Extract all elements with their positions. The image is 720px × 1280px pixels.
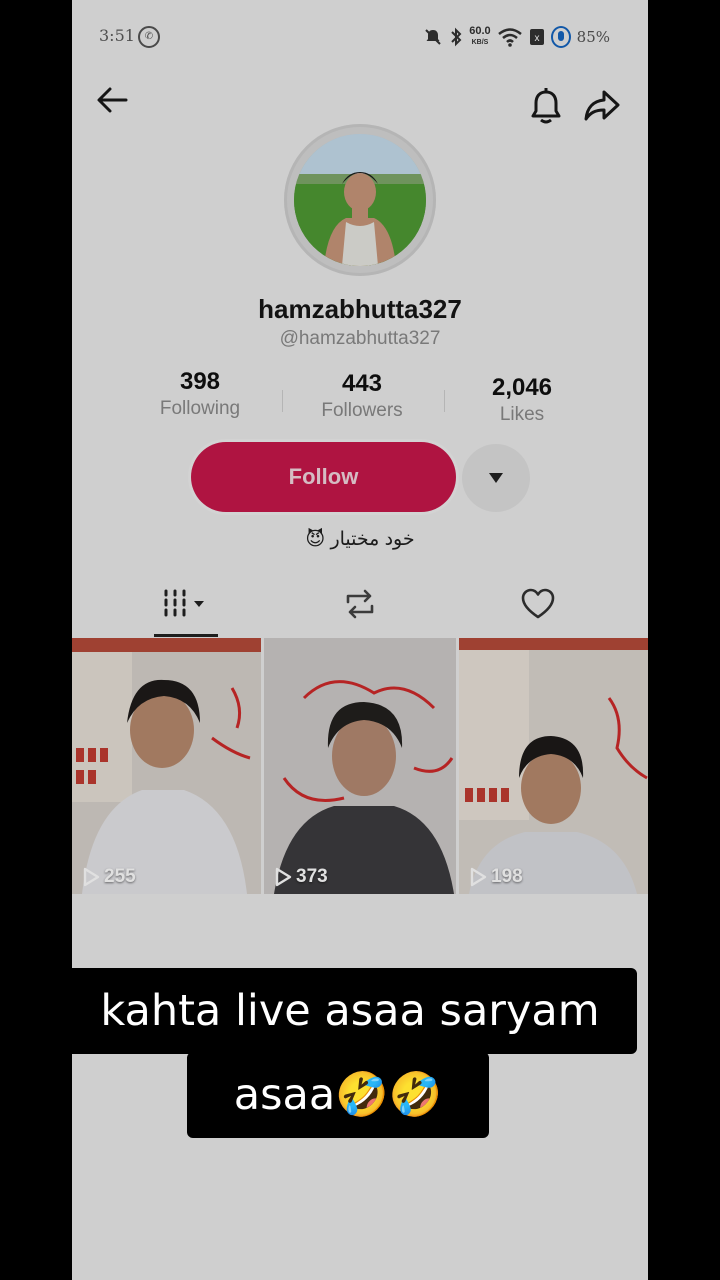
wifi-icon: [497, 28, 522, 47]
svg-text:x: x: [534, 33, 539, 44]
video-views: 255: [82, 866, 136, 888]
video-thumbnail: [264, 638, 456, 894]
status-icons: 60.0 KB/S x 85%: [423, 26, 610, 48]
repost-icon: [346, 589, 374, 619]
tab-reposts[interactable]: [264, 580, 456, 636]
video-views-count: 373: [296, 866, 328, 887]
tab-videos[interactable]: [90, 580, 282, 636]
video-views-count: 255: [104, 866, 136, 887]
video-tile[interactable]: 198: [459, 638, 648, 894]
whatsapp-icon: ✆: [138, 26, 160, 48]
video-views-count: 198: [491, 866, 523, 887]
stat-value: 2,046: [491, 374, 553, 401]
play-icon: [470, 867, 487, 887]
heart-icon: [521, 588, 555, 619]
stat-likes[interactable]: 2,046 Likes: [452, 374, 592, 426]
sim-icon: x: [529, 29, 544, 45]
caption-line-1: kahta live asaa saryam: [63, 968, 637, 1054]
tab-indicator: [154, 634, 218, 637]
bio: خود مختیار 😈: [305, 529, 415, 550]
network-speed: 60.0 KB/S: [469, 26, 490, 48]
video-grid: 255 373 198: [72, 638, 648, 894]
handle: @hamzabhutta327: [279, 328, 441, 349]
suggested-accounts-button[interactable]: [462, 444, 530, 512]
tab-liked[interactable]: [442, 580, 634, 636]
stat-followers[interactable]: 443 Followers: [292, 370, 432, 422]
username: hamzabhutta327: [258, 294, 462, 324]
top-bar: [72, 80, 648, 130]
play-icon: [275, 867, 292, 887]
stat-value: 398: [179, 368, 221, 395]
caption-line-2: asaa🤣🤣: [187, 1052, 489, 1138]
stat-label: Following: [159, 398, 241, 419]
bluetooth-icon: [451, 27, 462, 47]
video-views: 198: [469, 866, 523, 888]
video-tile[interactable]: 373: [264, 638, 456, 894]
stat-following[interactable]: 398 Following: [130, 368, 270, 420]
status-bar: 3:51 ✆ 60.0 KB/S x 85%: [72, 20, 648, 56]
grid-icon: [164, 589, 204, 617]
muted-bell-icon: [425, 29, 441, 45]
battery-icon: [550, 26, 571, 48]
video-tile[interactable]: 255: [72, 638, 261, 894]
battery-percent: 85%: [576, 28, 610, 46]
stat-divider: [282, 390, 283, 412]
back-arrow-icon[interactable]: [92, 80, 132, 120]
status-time: 3:51: [99, 26, 135, 45]
caret-down-icon: [489, 473, 503, 483]
video-thumbnail: [72, 638, 261, 894]
stat-label: Likes: [499, 404, 545, 425]
stat-value: 443: [341, 370, 383, 397]
network-speed-value: 60.0: [469, 25, 491, 37]
play-icon: [83, 867, 100, 887]
stat-label: Followers: [321, 400, 403, 421]
avatar-photo-icon: [294, 134, 426, 266]
stat-divider: [444, 390, 445, 412]
avatar-ring[interactable]: [284, 124, 436, 276]
network-speed-unit: KB/S: [471, 39, 489, 46]
avatar: [294, 134, 426, 266]
profile-tabs: [72, 580, 648, 638]
share-icon[interactable]: [582, 86, 622, 126]
video-thumbnail: [459, 638, 648, 894]
bell-icon[interactable]: [528, 86, 564, 126]
follow-button[interactable]: Follow: [191, 442, 456, 512]
video-views: 373: [274, 866, 328, 888]
